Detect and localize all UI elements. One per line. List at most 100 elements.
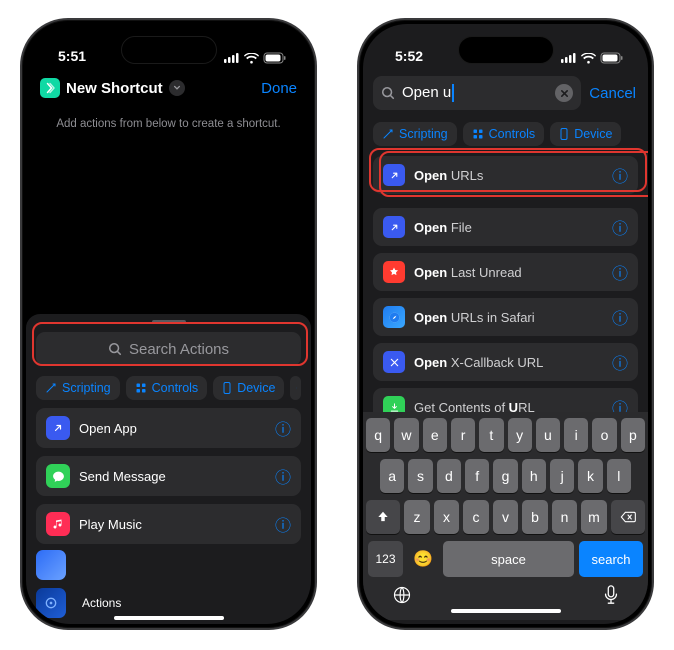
actions-sheet: Search Actions Scripting Controls Device	[26, 314, 311, 624]
safari-icon	[383, 306, 405, 328]
action-play-music[interactable]: Play Music ⓘ	[36, 504, 301, 544]
key-x[interactable]: x	[434, 500, 460, 534]
messages-icon	[46, 464, 70, 488]
clear-search-button[interactable]	[555, 84, 573, 102]
cellular-icon	[561, 53, 577, 63]
key-y[interactable]: y	[508, 418, 532, 452]
key-v[interactable]: v	[493, 500, 519, 534]
key-m[interactable]: m	[581, 500, 607, 534]
search-results: Open URLs ⓘ Open File ⓘ Open Last Unread…	[363, 156, 648, 426]
info-icon[interactable]: ⓘ	[612, 350, 628, 374]
key-q[interactable]: q	[366, 418, 390, 452]
key-c[interactable]: c	[463, 500, 489, 534]
key-t[interactable]: t	[479, 418, 503, 452]
home-indicator[interactable]	[451, 609, 561, 613]
phone-right: 5:52 Open u Cancel	[357, 18, 654, 630]
battery-icon	[263, 52, 287, 64]
key-n[interactable]: n	[552, 500, 578, 534]
chip-scripting[interactable]: Scripting	[36, 376, 120, 400]
info-icon[interactable]: ⓘ	[612, 163, 628, 187]
key-g[interactable]: g	[493, 459, 517, 493]
key-w[interactable]: w	[394, 418, 418, 452]
key-l[interactable]: l	[607, 459, 631, 493]
result-open-file[interactable]: Open File ⓘ	[373, 208, 638, 246]
chip-more[interactable]	[290, 376, 301, 400]
music-icon	[46, 512, 70, 536]
result-open-urls-safari[interactable]: Open URLs in Safari ⓘ	[373, 298, 638, 336]
key-d[interactable]: d	[437, 459, 461, 493]
search-icon	[108, 342, 122, 356]
info-icon[interactable]: ⓘ	[612, 260, 628, 284]
clock: 5:51	[58, 48, 86, 64]
result-x-callback[interactable]: Open X-Callback URL ⓘ	[373, 343, 638, 381]
cancel-button[interactable]: Cancel	[589, 85, 636, 102]
page-title: New Shortcut	[66, 80, 163, 97]
result-open-last-unread[interactable]: Open Last Unread ⓘ	[373, 253, 638, 291]
key-z[interactable]: z	[404, 500, 430, 534]
key-j[interactable]: j	[550, 459, 574, 493]
info-icon[interactable]: ⓘ	[275, 512, 291, 536]
space-key[interactable]: space	[443, 541, 574, 577]
battery-icon	[600, 52, 624, 64]
key-a[interactable]: a	[380, 459, 404, 493]
home-indicator[interactable]	[114, 616, 224, 620]
reeder-icon	[383, 261, 405, 283]
chip-device[interactable]: Device	[550, 122, 621, 146]
key-r[interactable]: r	[451, 418, 475, 452]
key-p[interactable]: p	[621, 418, 645, 452]
search-row: Open u Cancel	[363, 68, 648, 118]
dictation-key[interactable]	[603, 585, 619, 605]
key-o[interactable]: o	[592, 418, 616, 452]
x-callback-icon	[383, 351, 405, 373]
controls-icon	[472, 128, 484, 140]
action-send-message[interactable]: Send Message ⓘ	[36, 456, 301, 496]
phone-left: 5:51 New Shortcut Done	[20, 18, 317, 630]
info-icon[interactable]: ⓘ	[612, 305, 628, 329]
shift-key[interactable]	[366, 500, 400, 534]
key-u[interactable]: u	[536, 418, 560, 452]
done-button[interactable]: Done	[261, 80, 297, 97]
key-b[interactable]: b	[522, 500, 548, 534]
search-actions-field[interactable]: Search Actions	[36, 332, 301, 366]
key-h[interactable]: h	[522, 459, 546, 493]
key-e[interactable]: e	[423, 418, 447, 452]
nav-bar: New Shortcut Done	[26, 68, 311, 108]
backspace-key[interactable]	[611, 500, 645, 534]
wand-icon	[45, 382, 57, 394]
title-menu-button[interactable]	[169, 80, 185, 96]
info-icon[interactable]: ⓘ	[275, 416, 291, 440]
key-i[interactable]: i	[564, 418, 588, 452]
info-icon[interactable]: ⓘ	[275, 464, 291, 488]
dynamic-island	[458, 36, 554, 64]
key-k[interactable]: k	[578, 459, 602, 493]
info-icon[interactable]: ⓘ	[612, 215, 628, 239]
numbers-key[interactable]: 123	[368, 541, 403, 577]
search-value: Open u	[402, 84, 451, 101]
device-icon	[559, 128, 569, 140]
key-f[interactable]: f	[465, 459, 489, 493]
open-file-icon	[383, 216, 405, 238]
search-icon	[381, 86, 395, 100]
search-input[interactable]: Open u	[373, 76, 581, 110]
category-chips: Scripting Controls Device	[26, 366, 311, 408]
chip-device[interactable]: Device	[213, 376, 284, 400]
action-open-app[interactable]: Open App ⓘ	[36, 408, 301, 448]
empty-state-hint: Add actions from below to create a short…	[26, 108, 311, 130]
chip-controls[interactable]: Controls	[463, 122, 545, 146]
chip-controls[interactable]: Controls	[126, 376, 208, 400]
search-key[interactable]: search	[579, 541, 643, 577]
cellular-icon	[224, 53, 240, 63]
sheet-grabber[interactable]	[152, 320, 186, 324]
result-open-urls[interactable]: Open URLs ⓘ	[373, 156, 638, 194]
wifi-icon	[244, 53, 259, 64]
wand-icon	[382, 128, 394, 140]
chip-overflow-icon	[296, 382, 297, 394]
emoji-key[interactable]: 😊	[408, 541, 438, 577]
key-s[interactable]: s	[408, 459, 432, 493]
bottom-actions-label: Actions	[82, 596, 121, 610]
globe-key[interactable]	[392, 585, 412, 605]
device-icon	[222, 382, 232, 394]
dynamic-island	[121, 36, 217, 64]
app-tile-1[interactable]	[36, 550, 66, 580]
chip-scripting[interactable]: Scripting	[373, 122, 457, 146]
